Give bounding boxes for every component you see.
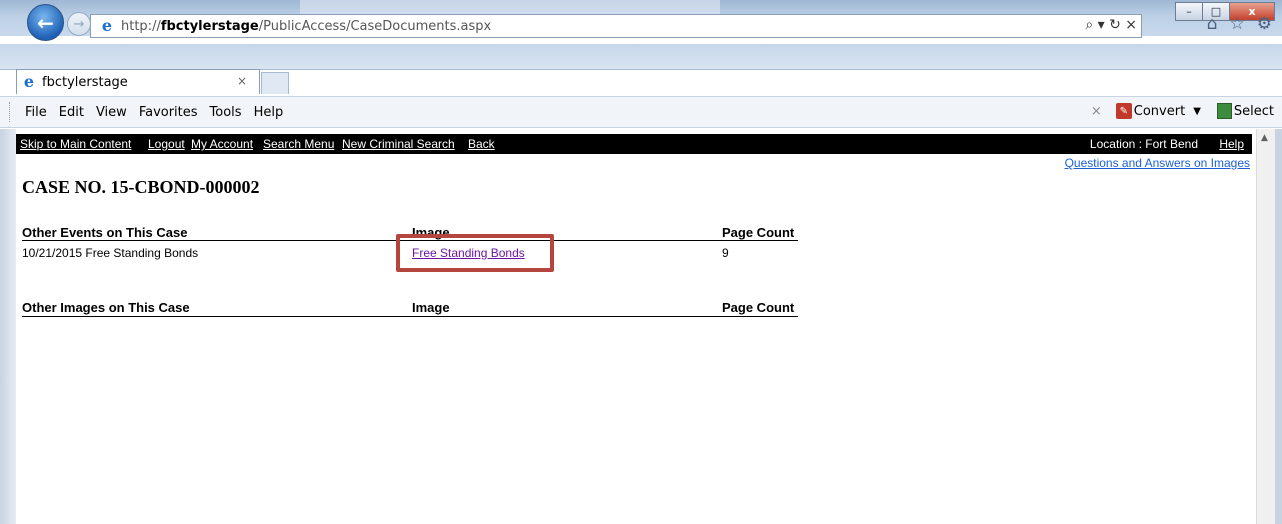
menu-help[interactable]: Help [254,105,284,120]
new-tab-button[interactable] [261,72,289,94]
menu-view[interactable]: View [96,105,127,120]
back-link[interactable]: Back [468,137,495,151]
address-tools[interactable]: ⌕ ▾ ↻ × [1085,17,1137,33]
browser-toolbar-icons: ⌂ ☆ ⚙ [1207,14,1272,34]
page-content: Skip to Main Content Logout My Account S… [16,129,1256,524]
forward-arrow-icon[interactable]: → [67,12,91,36]
page-count-cell: 9 [722,246,729,260]
menu-tools[interactable]: Tools [210,105,242,120]
window-left-edge [0,129,16,524]
menu-bar: File Edit View Favorites Tools Help × ✎ … [0,96,1282,128]
address-url[interactable]: http://fbctylerstage/PublicAccess/CaseDo… [121,19,491,34]
tab-title: fbctylerstage [42,74,128,90]
address-bar[interactable]: e http://fbctylerstage/PublicAccess/Case… [90,14,1142,38]
images-header-image: Image [412,300,450,315]
tab-close-icon[interactable]: × [237,74,247,88]
ie-logo-icon: e [101,16,113,35]
menu-favorites[interactable]: Favorites [139,105,198,120]
toolbar-close-icon[interactable]: × [1091,104,1102,119]
page-title: CASE NO. 15-CBOND-000002 [22,177,260,197]
menu-file[interactable]: File [25,105,47,120]
logout-link[interactable]: Logout [148,137,185,151]
events-header-page-count: Page Count [722,225,795,240]
pdf-convert-icon: ✎ [1115,103,1132,119]
questions-answers-link[interactable]: Questions and Answers on Images [1065,156,1250,170]
menu-edit[interactable]: Edit [59,105,84,120]
back-arrow-icon[interactable]: ← [27,4,64,41]
chevron-down-icon[interactable]: ▼ [1193,106,1201,117]
gear-icon[interactable]: ⚙ [1257,14,1272,34]
minimize-button[interactable]: – [1175,2,1203,21]
select-icon [1216,103,1232,119]
event-cell: 10/21/2015 Free Standing Bonds [22,246,199,260]
location-text: Location : Fort Bend [1089,137,1198,151]
images-header-rule [22,316,798,317]
skip-to-main-link[interactable]: Skip to Main Content [20,137,131,151]
highlight-box [396,234,554,272]
pdf-toolbar: × ✎ Convert ▼ Select [1091,103,1274,119]
convert-button[interactable]: Convert [1134,104,1185,119]
images-header-image-name: Other Images on This Case [22,300,190,315]
help-link[interactable]: Help [1219,137,1244,151]
events-header-event: Other Events on This Case [22,225,188,240]
browser-tab[interactable]: e fbctylerstage × [16,69,260,94]
tab-ie-logo-icon: e [23,72,35,91]
search-menu-link[interactable]: Search Menu [263,137,334,151]
vertical-scrollbar[interactable]: ▲ [1256,129,1275,524]
menu-grip [9,102,13,122]
home-icon[interactable]: ⌂ [1207,14,1218,34]
tab-strip [0,44,1282,70]
select-button[interactable]: Select [1234,104,1274,119]
top-nav-bar: Skip to Main Content Logout My Account S… [16,134,1252,154]
new-criminal-search-link[interactable]: New Criminal Search [342,137,455,151]
window-right-edge [1275,129,1282,524]
scroll-up-icon[interactable]: ▲ [1261,133,1268,143]
favorites-star-icon[interactable]: ☆ [1230,14,1245,34]
images-header-page-count: Page Count [722,300,795,315]
my-account-link[interactable]: My Account [191,137,253,151]
